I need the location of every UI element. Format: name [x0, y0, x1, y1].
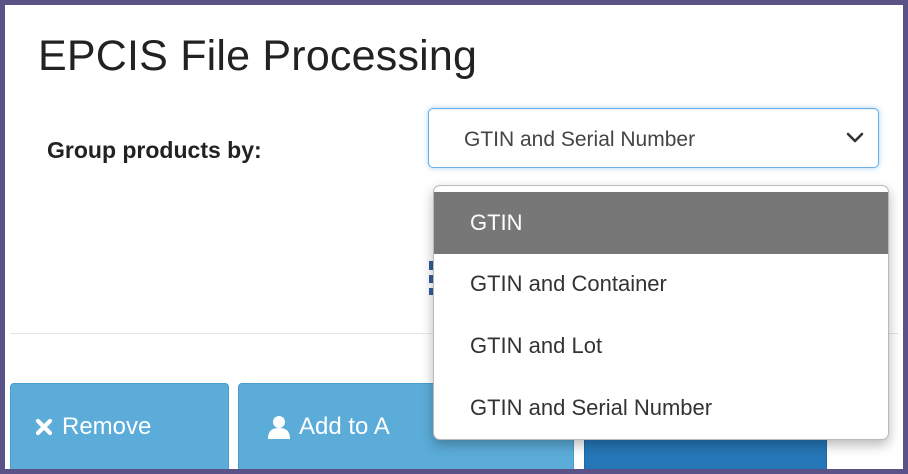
- chevron-down-icon: [846, 132, 864, 143]
- remove-button-label: Remove: [62, 413, 152, 440]
- option-gtin-and-container[interactable]: GTIN and Container: [434, 253, 888, 315]
- select-current-value: GTIN and Serial Number: [464, 128, 696, 151]
- option-gtin-and-serial-number[interactable]: GTIN and Serial Number: [434, 377, 888, 439]
- page-title: EPCIS File Processing: [38, 32, 478, 80]
- group-products-label: Group products by:: [47, 137, 262, 163]
- remove-button[interactable]: Remove: [10, 383, 229, 469]
- option-gtin[interactable]: GTIN: [434, 192, 888, 254]
- user-icon: [268, 416, 290, 439]
- option-gtin-and-lot[interactable]: GTIN and Lot: [434, 315, 888, 377]
- group-products-dropdown: GTIN GTIN and Container GTIN and Lot GTI…: [433, 185, 889, 440]
- app-frame: EPCIS File Processing Group products by:…: [0, 0, 908, 474]
- add-to-button-label: Add to A: [299, 413, 390, 440]
- group-products-select[interactable]: GTIN and Serial Number: [428, 108, 879, 168]
- times-icon: [35, 418, 53, 436]
